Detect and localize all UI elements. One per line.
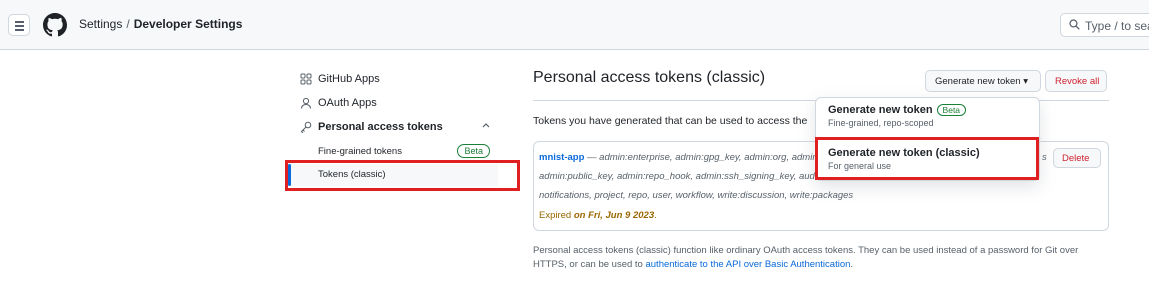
search-input[interactable]: Type / to search — [1060, 13, 1149, 37]
sidebar-item-github-apps[interactable]: GitHub Apps — [300, 73, 380, 85]
tokens-description: Tokens you have generated that can be us… — [533, 115, 808, 127]
github-logo-icon[interactable] — [43, 13, 67, 37]
expired-prefix: Expired — [539, 210, 572, 221]
sidebar-item-label: OAuth Apps — [318, 97, 377, 109]
token-scopes-line-2: admin:public_key, admin:repo_hook, admin… — [539, 171, 817, 182]
generate-new-token-button[interactable]: Generate new token ▾ — [925, 70, 1041, 92]
token-scopes-line-3: notifications, project, repo, user, work… — [539, 190, 854, 201]
sidebar-item-label: Personal access tokens — [318, 121, 443, 133]
key-icon — [300, 121, 312, 133]
token-expiry-status: Expired on Fri, Jun 9 2023. — [539, 210, 657, 221]
beta-badge: Beta — [457, 144, 490, 158]
footnote-text: Personal access tokens (classic) functio… — [533, 244, 1093, 272]
sidebar-item-label: GitHub Apps — [318, 73, 380, 85]
search-placeholder: Type / to search — [1085, 19, 1149, 33]
sidebar-item-oauth-apps[interactable]: OAuth Apps — [300, 97, 377, 109]
revoke-all-button[interactable]: Revoke all — [1045, 70, 1107, 92]
menu-item-title: Generate new token Beta — [828, 104, 1041, 116]
footnote-end: . — [850, 259, 854, 270]
token-scopes-tail: s — [1042, 152, 1047, 163]
basic-auth-link[interactable]: authenticate to the API over Basic Authe… — [645, 259, 850, 270]
breadcrumb-developer-settings[interactable]: Developer Settings — [134, 17, 243, 31]
sidebar-item-personal-access-tokens[interactable]: Personal access tokens — [300, 121, 443, 133]
menu-item-generate-fine-grained[interactable]: Generate new token Beta Fine-grained, rep… — [816, 98, 1041, 134]
person-icon — [301, 97, 311, 109]
apps-icon — [300, 73, 312, 85]
highlight-tokens-classic — [285, 160, 520, 191]
highlight-generate-classic — [815, 137, 1039, 180]
sidebar-sub-label: Fine-grained tokens — [318, 146, 402, 157]
token-dash: — — [584, 152, 600, 163]
expired-suffix: . — [654, 210, 657, 221]
breadcrumb-settings[interactable]: Settings — [79, 17, 122, 31]
delete-token-button[interactable]: Delete — [1053, 148, 1101, 168]
page-title: Personal access tokens (classic) — [533, 69, 766, 86]
chevron-up-icon[interactable] — [482, 122, 490, 128]
menu-item-title-text: Generate new token — [828, 104, 933, 116]
breadcrumb-separator: / — [126, 17, 130, 31]
token-name-link[interactable]: mnist-app — [539, 152, 584, 163]
token-scopes-text: admin:enterprise, admin:gpg_key, admin:o… — [599, 152, 816, 163]
search-icon — [1069, 19, 1080, 30]
top-header: Settings / Developer Settings Type / to se… — [0, 0, 1149, 50]
menu-item-subtitle: Fine-grained, repo-scoped — [828, 118, 934, 128]
expired-date: on Fri, Jun 9 2023 — [573, 210, 655, 221]
token-scopes-line-1: mnist-app — admin:enterprise, admin:gpg_… — [539, 152, 816, 163]
breadcrumb: Settings / Developer Settings — [79, 17, 242, 31]
beta-badge: Beta — [936, 104, 967, 116]
hamburger-icon[interactable] — [8, 14, 30, 36]
